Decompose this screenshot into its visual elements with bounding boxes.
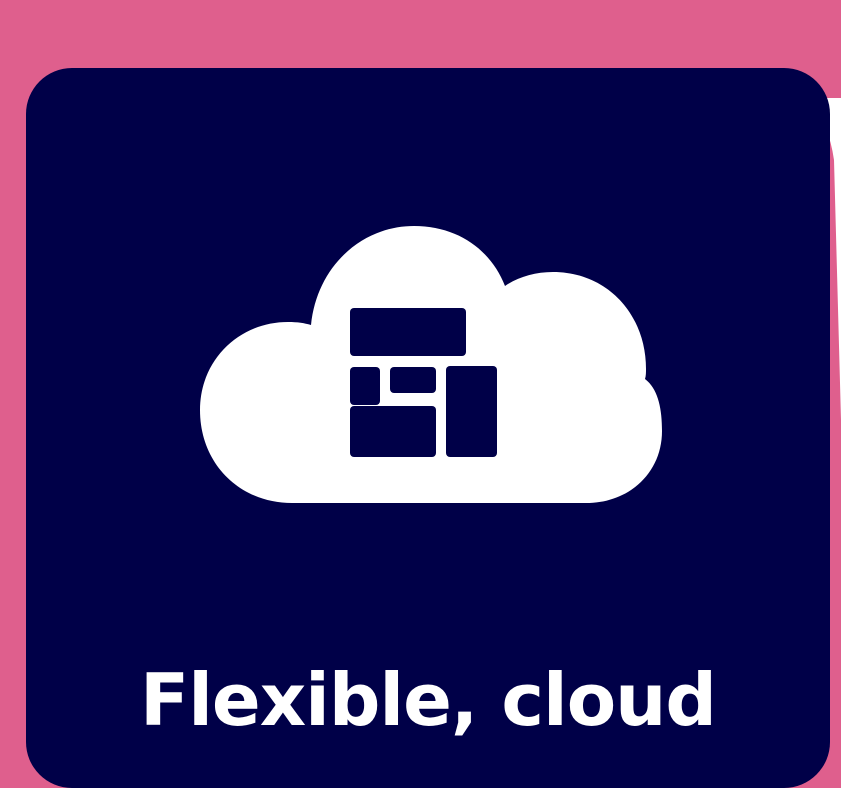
cloud-grid-icon (200, 226, 662, 506)
card-title: Flexible, cloud (140, 658, 717, 742)
feature-card: Flexible, cloud (26, 68, 830, 788)
